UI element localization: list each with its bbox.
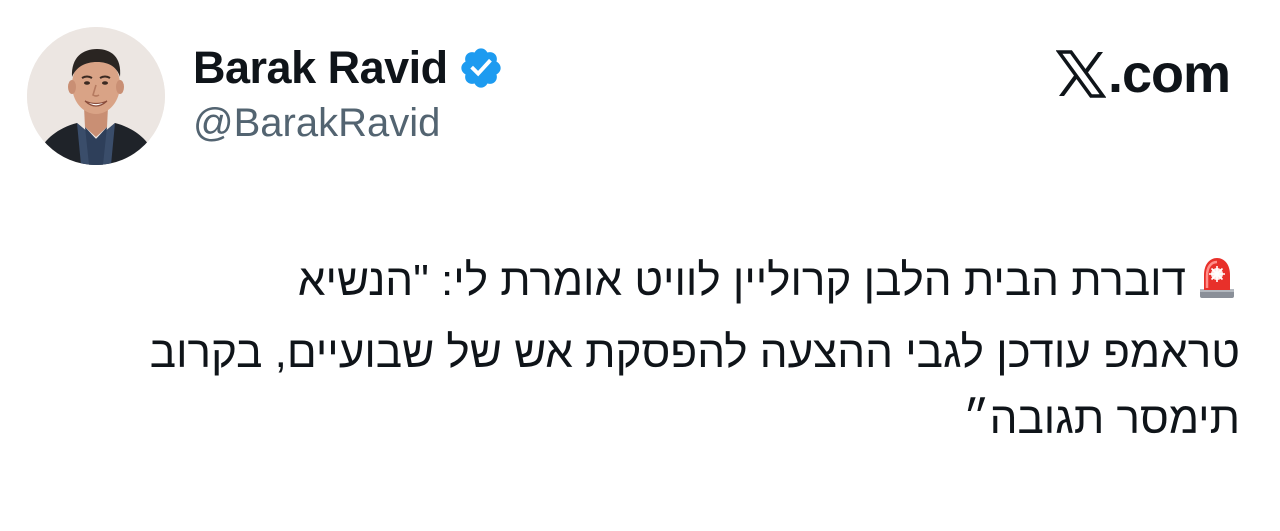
tweet-text: דוברת הבית הלבן קרוליין לוויט אומרת לי: … [20, 248, 1240, 452]
tweet-line-1: דוברת הבית הלבן קרוליין לוויט אומרת לי: … [20, 248, 1240, 320]
x-logo-icon [1055, 49, 1107, 99]
brand-suffix: .com [1107, 44, 1231, 104]
avatar[interactable] [27, 27, 165, 165]
author-handle[interactable]: @BarakRavid [193, 101, 440, 146]
tweet-line-3: תימסר תגובה״ [963, 394, 1240, 443]
author-display-name[interactable]: Barak Ravid [193, 42, 448, 94]
x-com-brand: .com [1055, 42, 1231, 106]
author-name-row: Barak Ravid [193, 38, 504, 98]
tweet-line-2: טראמפ עודכן לגבי ההצעה להפסקת אש של שבוע… [149, 328, 1240, 377]
tweet-line-1-text: דוברת הבית הלבן קרוליין לוויט אומרת לי: … [297, 256, 1186, 305]
police-car-light-icon [1194, 254, 1240, 320]
verified-badge-icon[interactable] [458, 45, 504, 91]
profile-photo [27, 27, 165, 165]
